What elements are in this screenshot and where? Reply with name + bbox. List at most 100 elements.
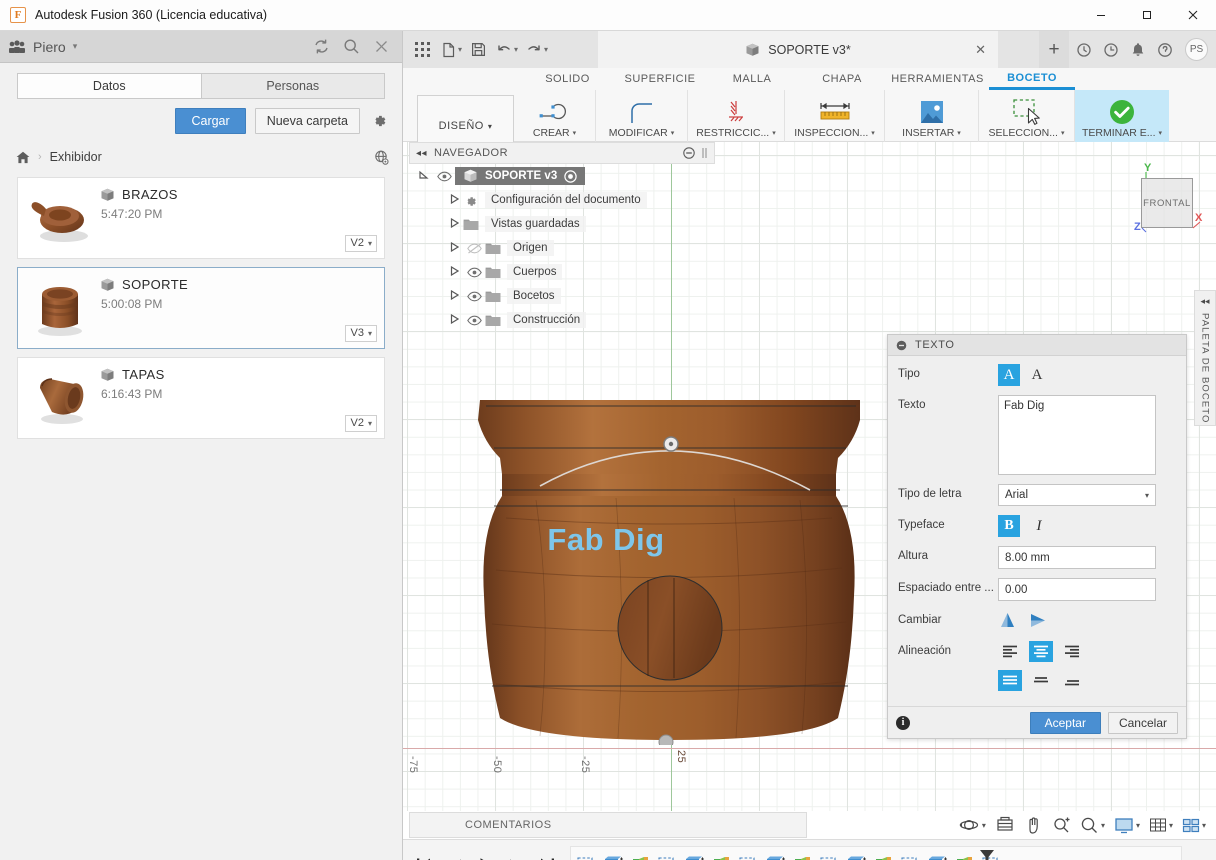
visibility-eye-icon[interactable] [463,315,485,326]
visibility-eye-icon[interactable] [433,171,455,182]
spacing-input[interactable]: 0.00 [998,578,1156,601]
tab-boceto[interactable]: BOCETO [989,68,1075,90]
collapse-icon[interactable]: ◂◂ [1200,296,1209,307]
look-at-icon[interactable] [995,816,1015,834]
close-panel-icon[interactable] [372,38,390,56]
timeline-item-sketch[interactable] [737,855,760,860]
expand-triangle-icon[interactable] [415,170,433,183]
font-select[interactable]: Arial ▾ [998,484,1156,506]
timeline-item-extrude[interactable] [764,855,787,860]
tab-solido[interactable]: SOLIDO [521,68,614,90]
sketch-text-preview[interactable]: Fab Dig [547,522,664,558]
canvas[interactable]: 125 100 75 50 25 -75 -50 -25 [403,142,1216,811]
list-item[interactable]: SOPORTE 5:00:08 PM V3 ▾ [17,267,385,349]
info-icon[interactable]: i [896,715,910,730]
bold-button[interactable]: B [998,515,1020,537]
align-center-icon[interactable] [1029,641,1053,662]
visibility-eye-off-icon[interactable] [463,243,485,254]
timeline-item-sketch[interactable] [575,855,598,860]
timeline-item-extrude[interactable] [845,855,868,860]
maximize-button[interactable] [1124,0,1170,31]
search-icon[interactable] [342,38,360,56]
flip-vertical-icon[interactable] [998,612,1017,632]
timeline-item-revolve[interactable] [629,855,652,860]
panel-modificar[interactable]: MODIFICAR ▾ [596,90,688,142]
expand-triangle-icon[interactable] [445,241,463,255]
tab-malla[interactable]: MALLA [706,68,798,90]
panel-seleccionar[interactable]: SELECCION... ▾ [979,90,1075,142]
align-left-icon[interactable] [998,641,1022,662]
chevron-down-icon[interactable]: ▾ [514,45,518,54]
home-icon[interactable] [16,151,30,164]
panel-inspeccionar[interactable]: INSPECCION... ▾ [785,90,885,142]
align-middle-icon[interactable] [1029,670,1053,691]
recent-icon[interactable] [1099,38,1123,62]
flip-horizontal-icon[interactable] [1029,612,1048,632]
align-right-icon[interactable] [1060,641,1084,662]
tab-chapa[interactable]: CHAPA [798,68,886,90]
close-icon[interactable]: ✕ [975,42,986,58]
expand-triangle-icon[interactable] [445,313,463,327]
sketch-palette-strip[interactable]: ◂◂ PALETA DE BOCETO [1194,290,1216,426]
texto-dialog[interactable]: TEXTO Tipo A A Texto Fab Dig Tipo de let… [887,334,1187,739]
height-input[interactable]: 8.00 mm [998,546,1156,569]
chevron-down-icon[interactable]: ▾ [544,45,548,54]
timeline-item-extrude[interactable] [926,855,949,860]
timeline-item-revolve[interactable] [872,855,895,860]
expand-triangle-icon[interactable] [445,193,463,207]
text-input[interactable]: Fab Dig [998,395,1156,475]
breadcrumb-current[interactable]: Exhibidor [50,150,102,164]
timeline-track[interactable] [570,845,1182,860]
collapse-icon[interactable]: ◂◂ [416,148,427,159]
panel-restricciones[interactable]: RESTRICCIC... ▾ [688,90,785,142]
new-folder-button[interactable]: Nueva carpeta [254,108,360,134]
timeline-item-revolve[interactable] [710,855,733,860]
list-item[interactable]: BRAZOS 5:47:20 PM V2 ▾ [17,177,385,259]
browser-root-row[interactable]: SOPORTE v3 [409,164,715,188]
globe-icon[interactable] [373,149,390,166]
zoom-icon[interactable] [1052,816,1071,834]
browser-node-bodies[interactable]: Cuerpos [409,260,715,284]
version-selector[interactable]: V2 ▾ [344,415,377,432]
refresh-icon[interactable] [312,38,330,56]
job-status-icon[interactable] [1072,38,1096,62]
list-item[interactable]: TAPAS 6:16:43 PM V2 ▾ [17,357,385,439]
browser-node-saved-views[interactable]: Vistas guardadas [409,212,715,236]
viewports-icon[interactable]: ▾ [1182,817,1206,834]
upload-button[interactable]: Cargar [175,108,246,134]
chevron-down-icon[interactable]: ▾ [73,41,78,52]
tab-personas[interactable]: Personas [200,73,385,99]
comments-panel[interactable]: COMENTARIOS [409,812,807,838]
display-settings-icon[interactable]: ▾ [1114,817,1140,834]
visibility-eye-icon[interactable] [463,291,485,302]
expand-triangle-icon[interactable] [445,265,463,279]
notifications-bell-icon[interactable] [1126,38,1150,62]
browser-node-document-settings[interactable]: Configuración del documento [409,188,715,212]
panel-terminar-boceto[interactable]: TERMINAR E... ▾ [1075,90,1169,142]
timeline-item-extrude[interactable] [683,855,706,860]
timeline-item-sketch[interactable] [899,855,922,860]
version-selector[interactable]: V2 ▾ [344,235,377,252]
pan-icon[interactable] [1024,816,1043,835]
cancel-button[interactable]: Cancelar [1107,711,1178,734]
view-cube[interactable]: FRONTAL Y X Z [1116,160,1208,244]
tab-superficie[interactable]: SUPERFICIE [614,68,706,90]
document-tab[interactable]: SOPORTE v3* ✕ [598,31,998,68]
align-bottom-icon[interactable] [1060,670,1084,691]
chevron-down-icon[interactable]: ▾ [458,45,462,54]
panel-insertar[interactable]: INSERTAR ▾ [885,90,979,142]
timeline-item-extrude[interactable] [602,855,625,860]
play-icon[interactable] [477,856,494,860]
timeline-item-revolve[interactable] [953,855,976,860]
timeline-item-revolve[interactable] [791,855,814,860]
visibility-eye-icon[interactable] [463,267,485,278]
grid-snap-icon[interactable]: ▾ [1149,817,1173,834]
panel-crear[interactable]: CREAR ▾ [514,90,596,142]
orbit-icon[interactable]: ▾ [958,816,986,834]
skip-to-start-icon[interactable] [415,856,432,860]
new-file-icon[interactable] [436,38,460,62]
minimize-button[interactable] [1078,0,1124,31]
redo-icon[interactable] [522,38,546,62]
timeline-item-sketch[interactable] [818,855,841,860]
skip-to-end-icon[interactable] [539,856,556,860]
